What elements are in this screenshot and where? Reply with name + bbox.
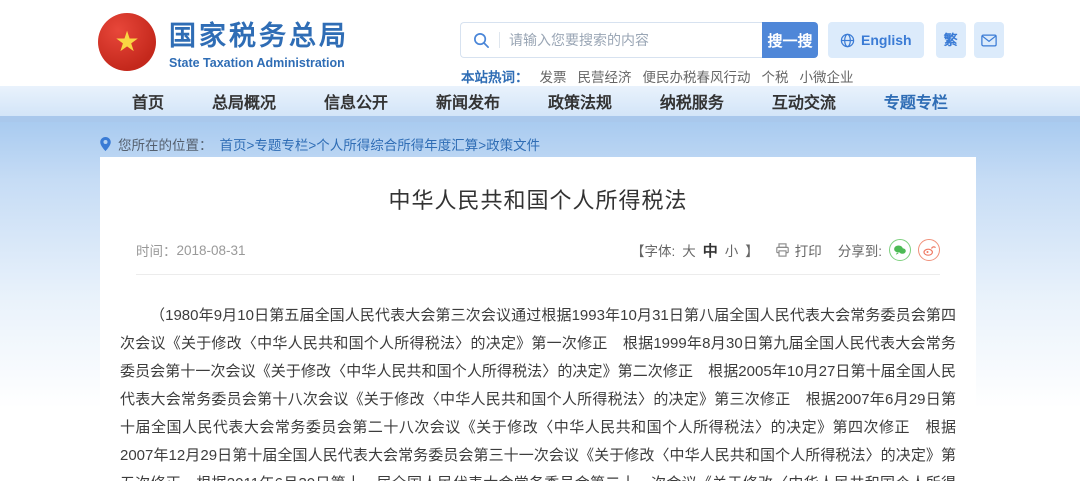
globe-icon <box>840 33 855 48</box>
hot-word-link[interactable]: 便民办税春风行动 <box>643 66 751 86</box>
nav-item-tax-services[interactable]: 纳税服务 <box>660 89 724 113</box>
font-size-large-button[interactable]: 大 <box>682 240 696 260</box>
printer-icon <box>775 243 790 257</box>
search-input[interactable] <box>509 32 750 48</box>
font-size-small-button[interactable]: 小 <box>725 240 739 260</box>
breadcrumb: 您所在的位置： 首页>专题专栏>个人所得综合所得年度汇算>政策文件 <box>100 131 1080 157</box>
emblem-star-glyph: ★ <box>114 28 139 56</box>
print-button[interactable]: 打印 <box>775 240 822 260</box>
article-body: （1980年9月10日第五届全国人民代表大会第三次会议通过根据1993年10月3… <box>120 302 956 481</box>
hot-word-link[interactable]: 民营经济 <box>578 66 632 86</box>
font-control-suffix: 】 <box>745 240 759 260</box>
nav-item-special-topics[interactable]: 专题专栏 <box>884 89 948 113</box>
site-title-block: 国家税务总局 State Taxation Administration <box>169 14 349 70</box>
search-icon <box>473 32 490 49</box>
mail-button[interactable] <box>974 22 1004 58</box>
article-toolbar: 【字体: 大 中 小 】 打印 分享到: <box>631 239 940 261</box>
font-control-prefix: 【字体: <box>631 240 675 260</box>
nav-item-home[interactable]: 首页 <box>132 89 164 113</box>
search-button[interactable]: 搜一搜 <box>762 22 818 58</box>
search-divider <box>499 32 500 48</box>
hot-words-bar: 本站热词： 发票 民营经济 便民办税春风行动 个税 小微企业 <box>461 66 854 86</box>
article-date: 时间： 2018-08-31 <box>136 240 246 260</box>
national-emblem-icon: ★ <box>98 13 156 71</box>
site-title: 国家税务总局 <box>169 14 349 53</box>
hot-word-link[interactable]: 小微企业 <box>800 66 854 86</box>
english-label: English <box>861 32 912 48</box>
search-box <box>460 22 762 58</box>
search-area: 搜一搜 English 繁 <box>460 22 1004 58</box>
nav-item-news[interactable]: 新闻发布 <box>436 89 500 113</box>
hot-word-link[interactable]: 发票 <box>540 66 567 86</box>
share-control: 分享到: <box>838 239 940 261</box>
breadcrumb-label: 您所在的位置： <box>118 134 213 154</box>
site-header: ★ 国家税务总局 State Taxation Administration 搜… <box>0 0 1080 86</box>
share-wechat-icon[interactable] <box>889 239 911 261</box>
article-meta-bar: 时间： 2018-08-31 【字体: 大 中 小 】 打印 <box>136 239 940 275</box>
nav-item-info-disclosure[interactable]: 信息公开 <box>324 89 388 113</box>
share-label: 分享到: <box>838 240 882 260</box>
font-size-control: 【字体: 大 中 小 】 <box>631 240 759 261</box>
date-value: 2018-08-31 <box>177 243 246 258</box>
language-english-button[interactable]: English <box>828 22 924 58</box>
location-pin-icon <box>100 137 111 151</box>
envelope-icon <box>981 34 997 47</box>
traditional-chinese-button[interactable]: 繁 <box>936 22 966 58</box>
breadcrumb-path[interactable]: 首页>专题专栏>个人所得综合所得年度汇算>政策文件 <box>220 134 541 154</box>
site-logo[interactable]: ★ 国家税务总局 State Taxation Administration <box>98 13 349 71</box>
nav-item-interaction[interactable]: 互动交流 <box>772 89 836 113</box>
article-title: 中华人民共和国个人所得税法 <box>116 183 960 215</box>
nav-item-policies[interactable]: 政策法规 <box>548 89 612 113</box>
article-card: 中华人民共和国个人所得税法 时间： 2018-08-31 【字体: 大 中 小 … <box>100 157 976 481</box>
share-weibo-icon[interactable] <box>918 239 940 261</box>
print-label: 打印 <box>795 240 822 260</box>
nav-item-overview[interactable]: 总局概况 <box>212 89 276 113</box>
hot-words-label: 本站热词： <box>461 66 529 86</box>
font-size-medium-button[interactable]: 中 <box>703 240 718 261</box>
date-label: 时间： <box>136 240 177 260</box>
main-area: 您所在的位置： 首页>专题专栏>个人所得综合所得年度汇算>政策文件 中华人民共和… <box>0 122 1080 489</box>
hot-word-link[interactable]: 个税 <box>762 66 789 86</box>
main-nav: 首页 总局概况 信息公开 新闻发布 政策法规 纳税服务 互动交流 专题专栏 <box>0 86 1080 122</box>
site-subtitle-en: State Taxation Administration <box>169 56 349 70</box>
